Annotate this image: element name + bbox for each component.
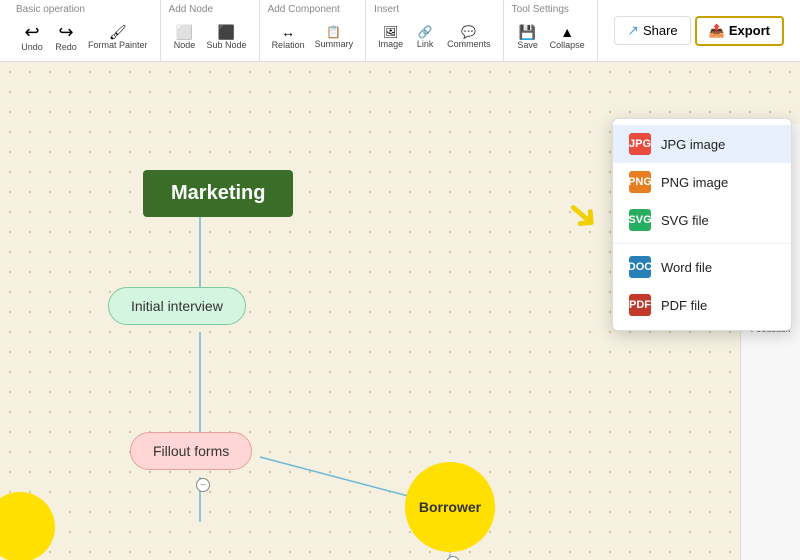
node-button[interactable]: ⬜ Node: [169, 23, 201, 52]
doc-label: Word file: [661, 260, 712, 275]
redo-button[interactable]: ↪ Redo: [50, 21, 82, 54]
save-button[interactable]: 💾 Save: [512, 23, 544, 52]
export-dropdown: JPG JPG image PNG PNG image SVG SVG file…: [612, 118, 792, 331]
image-label: Image: [378, 39, 403, 49]
borrower-node[interactable]: Borrower: [405, 462, 495, 552]
insert-group: Insert 🖼 Image 🔗 Link 💬 Comments: [366, 0, 504, 61]
format-painter-icon: 🖌: [109, 25, 127, 39]
undo-button[interactable]: ↩ Undo: [16, 21, 48, 54]
basic-operation-label: Basic operation: [16, 4, 85, 15]
sub-node-icon: ⬛: [218, 25, 235, 39]
toolbar-right: ↗ Share 📤 Export: [606, 0, 792, 61]
fillout-forms-node[interactable]: Fillout forms: [130, 432, 252, 470]
save-label: Save: [517, 40, 538, 50]
comments-label: Comments: [447, 39, 491, 49]
pdf-icon: PDF: [629, 294, 651, 316]
canvas: Marketing Initial interview Fillout form…: [0, 62, 800, 560]
summary-label: Summary: [315, 39, 354, 49]
node-label: Node: [174, 40, 196, 50]
collapse-label: Collapse: [550, 40, 585, 50]
export-icon: 📤: [709, 23, 725, 39]
png-icon: PNG: [629, 171, 651, 193]
initial-interview-text: Initial interview: [131, 298, 223, 314]
undo-icon: ↩: [24, 23, 39, 41]
borrower-text: Borrower: [419, 499, 481, 515]
share-icon: ↗: [627, 22, 639, 39]
pdf-label: PDF file: [661, 298, 707, 313]
collapse-icon: ▲: [560, 25, 574, 39]
initial-interview-node[interactable]: Initial interview: [108, 287, 246, 325]
redo-label: Redo: [55, 42, 77, 52]
link-label: Link: [417, 39, 434, 49]
undo-label: Undo: [21, 42, 43, 52]
format-painter-label: Format Painter: [88, 40, 148, 50]
yellow-node-left[interactable]: [0, 492, 55, 560]
link-button[interactable]: 🔗 Link: [409, 24, 441, 51]
summary-button[interactable]: 📋 Summary: [311, 24, 358, 51]
export-jpg-item[interactable]: JPG JPG image: [613, 125, 791, 163]
share-label: Share: [643, 23, 678, 38]
sub-node-label: Sub Node: [207, 40, 247, 50]
insert-label: Insert: [374, 4, 399, 15]
jpg-label: JPG image: [661, 137, 725, 152]
export-button[interactable]: 📤 Export: [695, 16, 784, 46]
export-doc-item[interactable]: DOC Word file: [613, 248, 791, 286]
relation-label: Relation: [272, 40, 305, 50]
yellow-arrow-annotation: ➜: [556, 187, 611, 244]
add-component-label: Add Component: [268, 4, 340, 15]
png-label: PNG image: [661, 175, 728, 190]
toolbar: Basic operation ↩ Undo ↪ Redo 🖌 Format P…: [0, 0, 800, 62]
tool-settings-group: Tool Settings 💾 Save ▲ Collapse: [504, 0, 598, 61]
export-png-item[interactable]: PNG PNG image: [613, 163, 791, 201]
fillout-collapse-button[interactable]: −: [196, 478, 210, 492]
relation-icon: ↔: [281, 25, 295, 39]
relation-button[interactable]: ↔ Relation: [268, 23, 309, 52]
format-painter-button[interactable]: 🖌 Format Painter: [84, 23, 152, 52]
add-node-group: Add Node ⬜ Node ⬛ Sub Node: [161, 0, 260, 61]
summary-icon: 📋: [326, 26, 341, 38]
image-icon: 🖼: [383, 26, 398, 38]
svg-label: SVG file: [661, 213, 709, 228]
node-icon: ⬜: [176, 25, 193, 39]
sub-node-button[interactable]: ⬛ Sub Node: [203, 23, 251, 52]
doc-icon: DOC: [629, 256, 651, 278]
save-icon: 💾: [519, 25, 536, 39]
jpg-icon: JPG: [629, 133, 651, 155]
link-icon: 🔗: [418, 26, 433, 38]
basic-operation-group: Basic operation ↩ Undo ↪ Redo 🖌 Format P…: [8, 0, 161, 61]
redo-icon: ↪: [58, 23, 73, 41]
export-svg-item[interactable]: SVG SVG file: [613, 201, 791, 239]
collapse-button[interactable]: ▲ Collapse: [546, 23, 589, 52]
share-button[interactable]: ↗ Share: [614, 16, 690, 45]
comments-icon: 💬: [461, 26, 476, 38]
borrower-collapse-button[interactable]: −: [446, 556, 460, 560]
export-label: Export: [729, 23, 770, 38]
marketing-node[interactable]: Marketing: [143, 170, 293, 217]
image-button[interactable]: 🖼 Image: [374, 24, 407, 51]
marketing-text: Marketing: [171, 182, 265, 204]
svg-icon: SVG: [629, 209, 651, 231]
tool-settings-label: Tool Settings: [512, 4, 569, 15]
export-pdf-item[interactable]: PDF PDF file: [613, 286, 791, 324]
add-component-group: Add Component ↔ Relation 📋 Summary: [260, 0, 367, 61]
comments-button[interactable]: 💬 Comments: [443, 24, 495, 51]
add-node-label: Add Node: [169, 4, 213, 15]
fillout-forms-text: Fillout forms: [153, 443, 229, 459]
